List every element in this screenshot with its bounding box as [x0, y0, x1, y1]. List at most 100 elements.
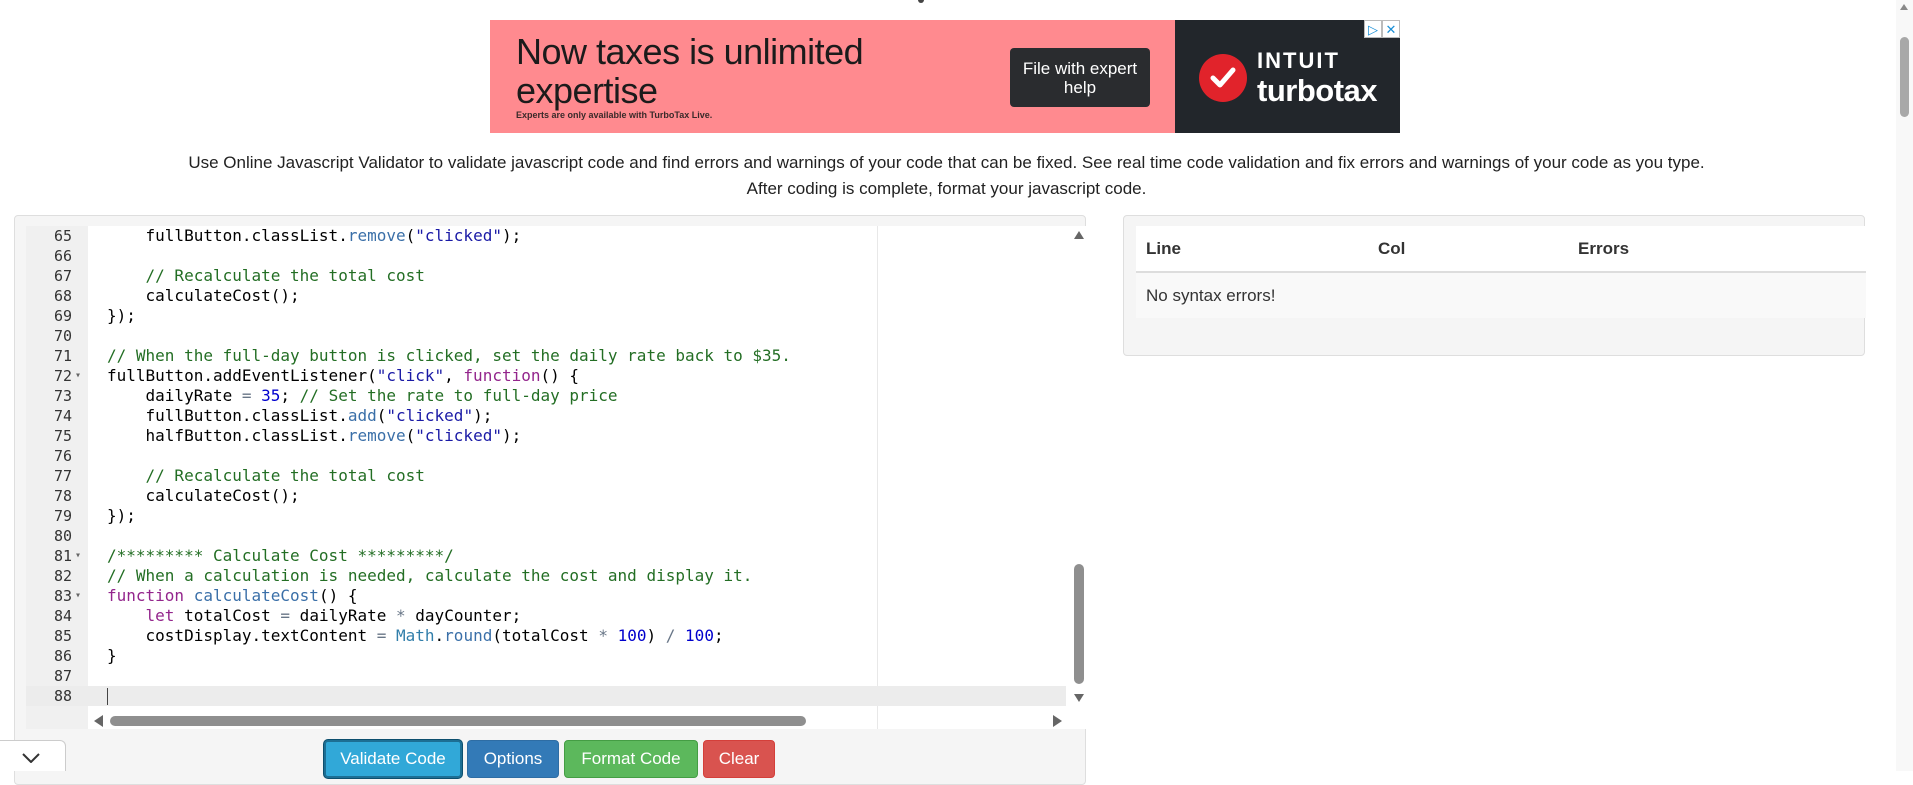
line-number: 88 [53, 687, 72, 705]
results-table: Line Col Errors No syntax errors! [1136, 226, 1866, 318]
code-text[interactable]: calculateCost(); [107, 486, 300, 506]
line-number: 66 [53, 247, 72, 265]
fold-toggle-icon[interactable]: ▾ [75, 366, 81, 386]
ad-cta-button[interactable]: File with expert help [1010, 48, 1150, 107]
code-text[interactable]: halfButton.classList.remove("clicked"); [107, 426, 522, 446]
format-code-button[interactable]: Format Code [564, 740, 698, 778]
line-number: 82 [53, 567, 72, 585]
options-button[interactable]: Options [467, 740, 559, 778]
code-line[interactable]: 69}); [26, 306, 1066, 326]
code-line[interactable]: 65 fullButton.classList.remove("clicked"… [26, 226, 1066, 246]
ad-controls: ▷ ✕ [1364, 20, 1400, 38]
line-number: 80 [53, 527, 72, 545]
collapse-tab[interactable] [0, 740, 66, 771]
code-text[interactable]: let totalCost = dailyRate * dayCounter; [107, 606, 522, 626]
code-line[interactable]: 71 // When the full-day button is clicked… [26, 346, 1066, 366]
line-number: 79 [53, 507, 72, 525]
ad-banner[interactable]: Now taxes is unlimited expertise Experts… [490, 20, 1400, 133]
clear-button[interactable]: Clear [703, 740, 775, 778]
horizontal-scroll-thumb[interactable] [110, 716, 806, 726]
line-number: 67 [53, 267, 72, 285]
code-line[interactable]: 67 // Recalculate the total cost [26, 266, 1066, 286]
code-line[interactable]: 74 fullButton.classList.add("clicked"); [26, 406, 1066, 426]
table-row: No syntax errors! [1136, 272, 1866, 318]
validate-code-button[interactable]: Validate Code [324, 740, 462, 778]
code-line[interactable]: 83 ▾ function calculateCost() { [26, 586, 1066, 606]
code-line[interactable]: 82 // When a calculation is needed, calcu… [26, 566, 1066, 586]
ad-fine-print: Experts are only available with TurboTax… [516, 110, 713, 120]
close-icon[interactable]: ✕ [1382, 20, 1400, 38]
fold-toggle-icon[interactable]: ▾ [75, 546, 81, 566]
scroll-right-icon[interactable] [1053, 715, 1062, 727]
code-line[interactable]: 70 [26, 326, 1066, 346]
code-line[interactable]: 77 // Recalculate the total cost [26, 466, 1066, 486]
code-editor[interactable]: 65 fullButton.classList.remove("clicked"… [26, 226, 1087, 729]
line-number: 76 [53, 447, 72, 465]
code-text[interactable]: // Recalculate the total cost [107, 466, 425, 486]
results-message: No syntax errors! [1136, 272, 1866, 318]
line-number: 68 [53, 287, 72, 305]
code-text[interactable]: fullButton.addEventListener("click", fun… [107, 366, 579, 386]
code-text[interactable]: // Recalculate the total cost [107, 266, 425, 286]
line-number: 75 [53, 427, 72, 445]
code-line[interactable]: 66 [26, 246, 1066, 266]
page-scroll-up-icon[interactable] [1900, 4, 1908, 10]
vertical-scrollbar[interactable] [1071, 226, 1087, 711]
ad-choices-icon[interactable]: ▷ [1364, 20, 1382, 38]
ad-right-panel[interactable]: INTUIT turbotax ▷ ✕ [1175, 20, 1400, 133]
page-scrollbar[interactable] [1896, 0, 1913, 771]
code-line[interactable]: 72 ▾ fullButton.addEventListener("click", … [26, 366, 1066, 386]
code-line[interactable]: 76 [26, 446, 1066, 466]
code-text[interactable]: calculateCost(); [107, 286, 300, 306]
line-number: 86 [53, 647, 72, 665]
code-text[interactable]: }); [107, 306, 136, 326]
code-text[interactable]: }); [107, 506, 136, 526]
code-line[interactable]: 75 halfButton.classList.remove("clicked"… [26, 426, 1066, 446]
text-cursor [107, 688, 108, 705]
scroll-left-icon[interactable] [94, 715, 103, 727]
line-number: 84 [53, 607, 72, 625]
scroll-up-icon[interactable] [1074, 231, 1084, 239]
ad-headline[interactable]: Now taxes is unlimited expertise [516, 32, 946, 110]
editor-panel: 65 fullButton.classList.remove("clicked"… [14, 215, 1087, 785]
code-text[interactable]: // When a calculation is needed, calcula… [107, 566, 752, 586]
column-header-col: Col [1368, 226, 1568, 273]
code-text[interactable]: costDisplay.textContent = Math.round(tot… [107, 626, 724, 646]
code-line[interactable]: 84 let totalCost = dailyRate * dayCounte… [26, 606, 1066, 626]
code-text[interactable]: // When the full-day button is clicked, … [107, 346, 791, 366]
checkmark-logo-icon [1199, 54, 1247, 102]
code-line[interactable]: 68 calculateCost(); [26, 286, 1066, 306]
code-line[interactable]: 87 [26, 666, 1066, 686]
vertical-scroll-thumb[interactable] [1074, 564, 1084, 684]
code-text[interactable]: fullButton.classList.add("clicked"); [107, 406, 493, 426]
line-number: 74 [53, 407, 72, 425]
line-number: 69 [53, 307, 72, 325]
code-line[interactable]: 80 [26, 526, 1066, 546]
code-text[interactable]: dailyRate = 35; // Set the rate to full-… [107, 386, 618, 406]
line-number: 73 [53, 387, 72, 405]
line-number: 71 [53, 347, 72, 365]
code-text[interactable]: fullButton.classList.remove("clicked"); [107, 226, 522, 246]
code-line[interactable]: 78 calculateCost(); [26, 486, 1066, 506]
fold-toggle-icon[interactable]: ▾ [75, 586, 81, 606]
code-lines[interactable]: 65 fullButton.classList.remove("clicked"… [26, 226, 1066, 706]
code-text[interactable]: function calculateCost() { [107, 586, 357, 606]
ad-brand-intuit: INTUIT [1257, 48, 1340, 73]
page-scroll-thumb[interactable] [1900, 37, 1909, 117]
line-number: 78 [53, 487, 72, 505]
scroll-down-icon[interactable] [1074, 694, 1084, 702]
code-line[interactable]: 85 costDisplay.textContent = Math.round(… [26, 626, 1066, 646]
code-line[interactable]: 88 [26, 686, 1066, 706]
code-line[interactable]: 86} [26, 646, 1066, 666]
ad-left-panel[interactable]: Now taxes is unlimited expertise Experts… [490, 20, 1175, 133]
line-number: 81 [53, 547, 72, 565]
code-line[interactable]: 73 dailyRate = 35; // Set the rate to fu… [26, 386, 1066, 406]
editor-actions: Validate Code Options Format Code Clear [324, 740, 775, 778]
code-text[interactable]: } [107, 646, 117, 666]
code-text[interactable]: /********* Calculate Cost *********/ [107, 546, 454, 566]
line-number: 77 [53, 467, 72, 485]
horizontal-scrollbar[interactable] [92, 712, 1071, 728]
code-line[interactable]: 81 ▾ /********* Calculate Cost *********/ [26, 546, 1066, 566]
code-line[interactable]: 79}); [26, 506, 1066, 526]
code-text[interactable] [107, 686, 108, 706]
